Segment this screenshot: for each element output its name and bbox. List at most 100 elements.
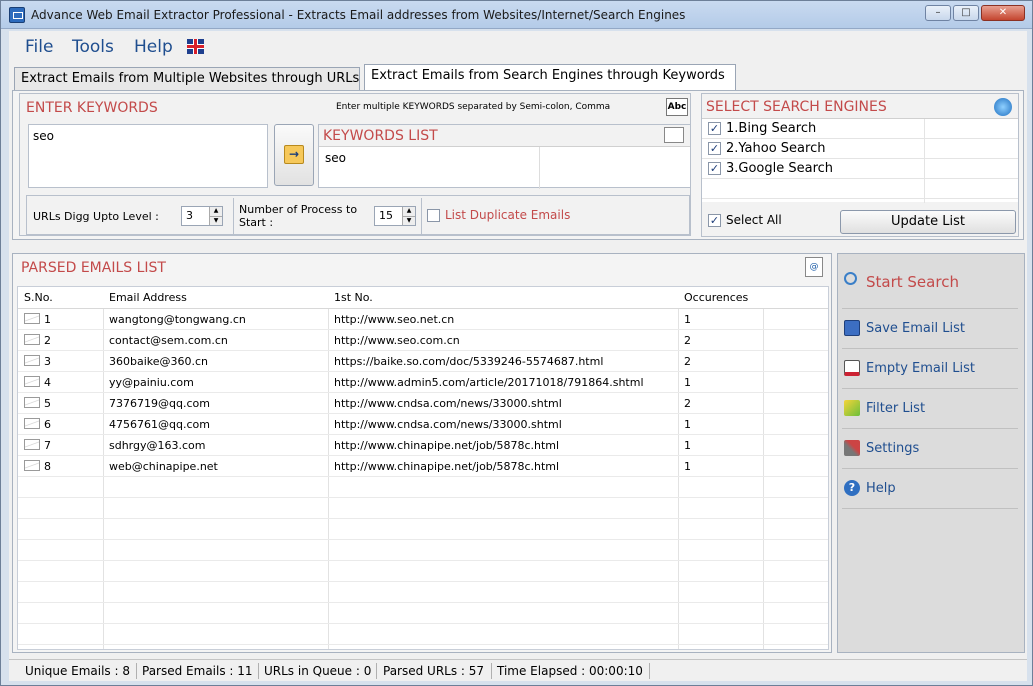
filter-list-button[interactable]: Filter List <box>842 396 1020 424</box>
digg-level-value: 3 <box>186 209 193 222</box>
row-sno: 8 <box>44 460 51 473</box>
chevron-up-icon[interactable]: ▲ <box>209 207 222 216</box>
process-count-value: 15 <box>379 209 393 222</box>
row-url: http://www.seo.com.cn <box>334 334 460 347</box>
google-checkbox[interactable]: ✓ <box>708 162 721 175</box>
select-all-checkbox[interactable]: ✓ <box>708 214 721 227</box>
select-all-label[interactable]: Select All <box>726 213 782 227</box>
envelope-icon <box>24 313 40 324</box>
settings-button[interactable]: Settings <box>842 436 1020 464</box>
table-row[interactable]: 4 yy@painiu.com http://www.admin5.com/arti… <box>18 372 828 393</box>
engine-row-google[interactable]: ✓ 3.Google Search <box>702 159 1018 179</box>
start-search-button[interactable]: Start Search <box>842 268 1020 296</box>
digg-level-stepper[interactable]: 3 ▲ ▼ <box>181 206 223 226</box>
chevron-up-icon[interactable]: ▲ <box>402 207 415 216</box>
help-icon: ? <box>844 480 860 496</box>
engine-row-yahoo[interactable]: ✓ 2.Yahoo Search <box>702 139 1018 159</box>
column-header-occurences[interactable]: Occurences <box>684 291 748 304</box>
table-row[interactable]: 3 360baike@360.cn https://baike.so.com/doc… <box>18 351 828 372</box>
unique-emails-status: Unique Emails : 8 <box>25 664 130 678</box>
tab-search-engines-keywords[interactable]: Extract Emails from Search Engines throu… <box>364 64 736 91</box>
keywords-list-header-bar: KEYWORDS LIST <box>319 125 690 147</box>
uk-flag-icon[interactable] <box>187 39 204 54</box>
globe-search-icon[interactable] <box>994 98 1012 116</box>
table-row[interactable]: 7 sdhrgy@163.com http://www.chinapipe.net/… <box>18 435 828 456</box>
table-row[interactable]: 1 wangtong@tongwang.cn http://www.seo.net.… <box>18 309 828 330</box>
emails-table[interactable]: S.No. Email Address 1st No. Occurences 1… <box>17 286 829 650</box>
table-row[interactable]: 8 web@chinapipe.net http://www.chinapipe.n… <box>18 456 828 477</box>
help-label: Help <box>866 481 896 496</box>
table-row[interactable] <box>18 540 828 561</box>
options-bar: URLs Digg Upto Level : 3 ▲ ▼ Number of P… <box>26 195 690 235</box>
filter-list-label: Filter List <box>866 401 926 416</box>
yahoo-label[interactable]: 2.Yahoo Search <box>726 141 825 156</box>
bing-checkbox[interactable]: ✓ <box>708 122 721 135</box>
keyword-input[interactable]: seo <box>28 124 268 188</box>
keywords-list-header: KEYWORDS LIST <box>323 128 438 144</box>
start-search-label: Start Search <box>866 273 959 291</box>
status-divider <box>258 663 259 679</box>
table-row[interactable] <box>18 624 828 645</box>
options-divider <box>233 198 234 234</box>
empty-email-list-button[interactable]: Empty Email List <box>842 356 1020 384</box>
engine-row-bing[interactable]: ✓ 1.Bing Search <box>702 119 1018 139</box>
duplicate-emails-checkbox[interactable] <box>427 209 440 222</box>
table-row[interactable] <box>18 498 828 519</box>
floppy-disk-icon <box>844 320 860 336</box>
update-list-button[interactable]: Update List <box>840 210 1016 234</box>
chevron-down-icon[interactable]: ▼ <box>209 216 222 225</box>
row-sno: 6 <box>44 418 51 431</box>
add-keyword-button[interactable]: → <box>274 124 314 186</box>
tab-websites-urls[interactable]: Extract Emails from Multiple Websites th… <box>14 67 360 91</box>
row-email: 360baike@360.cn <box>109 355 209 368</box>
menu-help[interactable]: Help <box>134 37 173 57</box>
row-occurences: 1 <box>684 418 691 431</box>
minimize-button[interactable]: – <box>925 5 951 21</box>
keyword-list-item[interactable]: seo <box>325 151 346 165</box>
engine-row-empty <box>702 179 1018 199</box>
help-button[interactable]: ? Help <box>842 476 1020 504</box>
parsed-emails-status: Parsed Emails : 11 <box>142 664 253 678</box>
row-occurences: 2 <box>684 355 691 368</box>
google-label[interactable]: 3.Google Search <box>726 161 833 176</box>
table-row[interactable]: 5 7376719@qq.com http://www.cndsa.com/news… <box>18 393 828 414</box>
save-email-list-button[interactable]: Save Email List <box>842 316 1020 344</box>
table-row[interactable] <box>18 582 828 603</box>
process-count-stepper[interactable]: 15 ▲ ▼ <box>374 206 416 226</box>
sidebar-divider <box>842 428 1018 429</box>
table-row[interactable] <box>18 477 828 498</box>
yahoo-checkbox[interactable]: ✓ <box>708 142 721 155</box>
sidebar-divider <box>842 388 1018 389</box>
table-row[interactable]: 6 4756761@qq.com http://www.cndsa.com/news… <box>18 414 828 435</box>
list-divider <box>539 147 540 189</box>
chevron-down-icon[interactable]: ▼ <box>402 216 415 225</box>
column-header-email[interactable]: Email Address <box>109 291 187 304</box>
menu-tools[interactable]: Tools <box>72 37 114 57</box>
list-icon[interactable] <box>664 127 684 143</box>
column-header-sno[interactable]: S.No. <box>24 291 53 304</box>
process-label-line1: Number of Process to <box>239 203 358 216</box>
sidebar-divider <box>842 348 1018 349</box>
bing-label[interactable]: 1.Bing Search <box>726 121 816 136</box>
table-row[interactable] <box>18 519 828 540</box>
row-url: http://www.admin5.com/article/20171018/7… <box>334 376 644 389</box>
filter-icon <box>844 400 860 416</box>
search-engines-panel: SELECT SEARCH ENGINES ✓ 1.Bing Search ✓ … <box>701 93 1019 237</box>
tools-icon <box>844 440 860 456</box>
row-email: yy@painiu.com <box>109 376 194 389</box>
close-button[interactable]: ✕ <box>981 5 1025 21</box>
spellcheck-icon[interactable]: Abc <box>666 98 688 116</box>
email-export-icon[interactable]: @ <box>805 257 823 277</box>
status-bar: Unique Emails : 8 Parsed Emails : 11 URL… <box>9 659 1027 681</box>
digg-level-label: URLs Digg Upto Level : <box>33 210 159 223</box>
column-header-first-no[interactable]: 1st No. <box>334 291 373 304</box>
title-bar[interactable]: Advance Web Email Extractor Professional… <box>1 1 1032 29</box>
table-row[interactable] <box>18 603 828 624</box>
maximize-button[interactable]: □ <box>953 5 979 21</box>
app-window: Advance Web Email Extractor Professional… <box>0 0 1033 686</box>
table-header: S.No. Email Address 1st No. Occurences <box>18 287 828 309</box>
duplicate-emails-label[interactable]: List Duplicate Emails <box>445 208 570 222</box>
table-row[interactable]: 2 contact@sem.com.cn http://www.seo.com.cn… <box>18 330 828 351</box>
table-row[interactable] <box>18 561 828 582</box>
menu-file[interactable]: File <box>25 37 53 57</box>
